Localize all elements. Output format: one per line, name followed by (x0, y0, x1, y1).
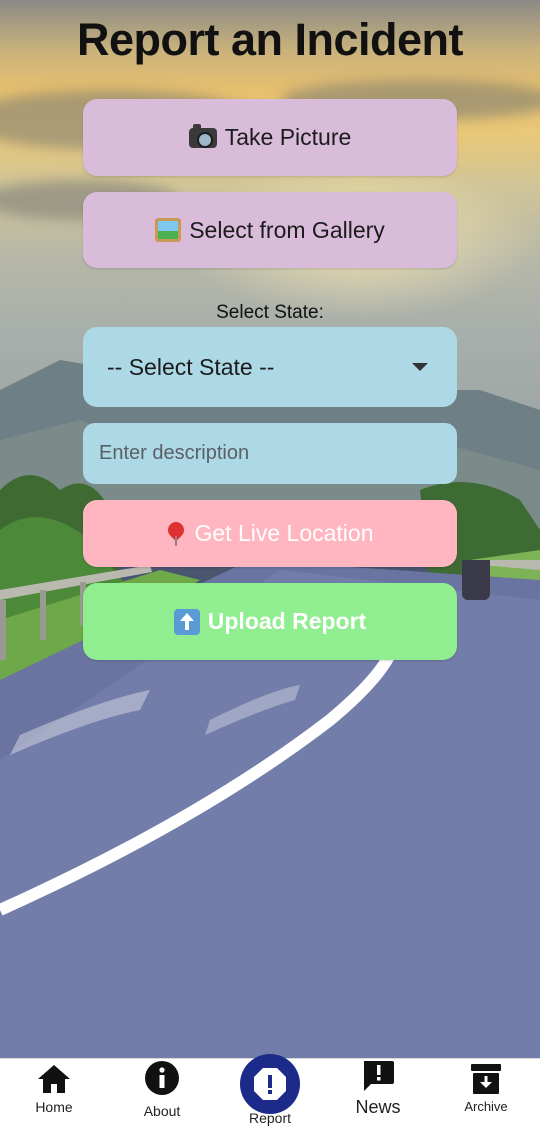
nav-label-home: Home (35, 1099, 73, 1115)
bottom-navigation: Home About Report News Archive (0, 1054, 540, 1148)
pin-icon (166, 521, 186, 547)
up-arrow-icon (173, 608, 200, 635)
take-picture-button[interactable]: Take Picture (83, 99, 457, 176)
select-state-label: Select State: (216, 302, 324, 323)
framed-picture-icon (155, 218, 182, 242)
camera-icon (188, 123, 217, 148)
page-title: Report an Incident (76, 14, 464, 65)
archive-icon (471, 1064, 501, 1094)
nav-label-archive: Archive (464, 1099, 508, 1114)
upload-report-button[interactable]: Upload Report (83, 583, 457, 660)
state-select-value: -- Select State -- (107, 353, 275, 380)
description-input[interactable] (83, 423, 457, 484)
upload-report-label: Upload Report (207, 608, 367, 634)
state-select[interactable]: -- Select State -- (83, 327, 457, 407)
nav-label-news: News (355, 1097, 401, 1117)
home-icon (38, 1065, 70, 1093)
alert-octagon-icon (254, 1068, 286, 1100)
dropdown-arrow-icon (412, 363, 428, 371)
get-live-location-label: Get Live Location (194, 520, 374, 546)
info-icon (145, 1061, 179, 1095)
take-picture-label: Take Picture (224, 124, 352, 150)
nav-label-about: About (143, 1103, 181, 1119)
nav-label-report: Report (248, 1110, 292, 1126)
select-from-gallery-label: Select from Gallery (189, 216, 385, 243)
news-alert-icon (364, 1061, 394, 1091)
report-active-indicator (240, 1054, 300, 1114)
get-live-location-button[interactable]: Get Live Location (83, 500, 457, 567)
select-from-gallery-button[interactable]: Select from Gallery (83, 192, 457, 268)
